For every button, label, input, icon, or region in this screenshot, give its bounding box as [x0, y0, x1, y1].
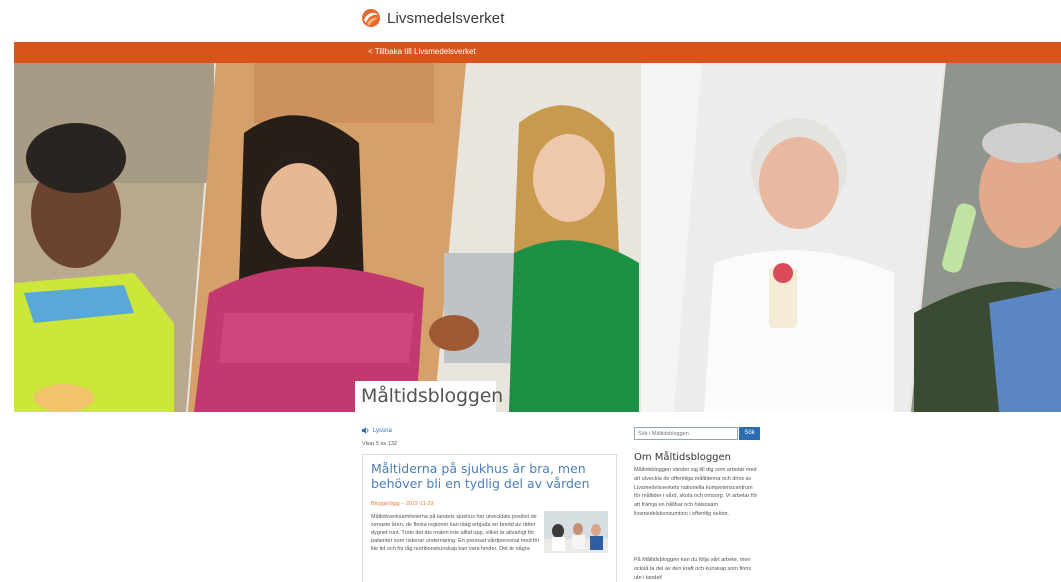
speaker-icon [362, 427, 369, 434]
blog-title-box: Måltidsbloggen [355, 381, 503, 412]
blog-post-card[interactable]: Måltiderna på sjukhus är bra, men behöve… [362, 454, 617, 582]
about-text: Måltidsbloggen vänder sig till dig som a… [634, 467, 758, 517]
post-meta: Blogginlägg – 2022-11-23 [371, 501, 434, 507]
search-button[interactable]: Sök [739, 427, 760, 440]
about-text-secondary: På Måltidsbloggen kan du följa vårt arbe… [634, 557, 752, 581]
site-header: Livsmedelsverket [0, 0, 1061, 42]
post-excerpt: Måltidsverksamheterna på landets sjukhus… [371, 514, 540, 552]
brand-logo[interactable]: Livsmedelsverket [361, 8, 504, 28]
top-nav-bar: < Tillbaka till Livsmedelsverket [14, 42, 1061, 63]
page-title: Måltidsbloggen [361, 385, 504, 407]
post-thumbnail[interactable] [544, 511, 608, 553]
hero-banner [14, 63, 1061, 412]
hero-photo-collage [14, 63, 1061, 412]
livsmedelsverket-logo-icon [361, 8, 381, 28]
brand-name: Livsmedelsverket [387, 9, 505, 27]
about-heading: Om Måltidsbloggen [634, 452, 732, 463]
post-thumbnail-image [544, 511, 608, 553]
result-count: Visar 5 av 132 [362, 441, 398, 447]
post-title-link[interactable]: Måltiderna på sjukhus är bra, men behöve… [371, 461, 611, 491]
blog-search-input[interactable] [634, 427, 738, 440]
listen-label: Lyssna [373, 427, 392, 434]
listen-button[interactable]: Lyssna [362, 427, 392, 434]
back-to-livsmedelsverket-link[interactable]: < Tillbaka till Livsmedelsverket [368, 47, 476, 56]
